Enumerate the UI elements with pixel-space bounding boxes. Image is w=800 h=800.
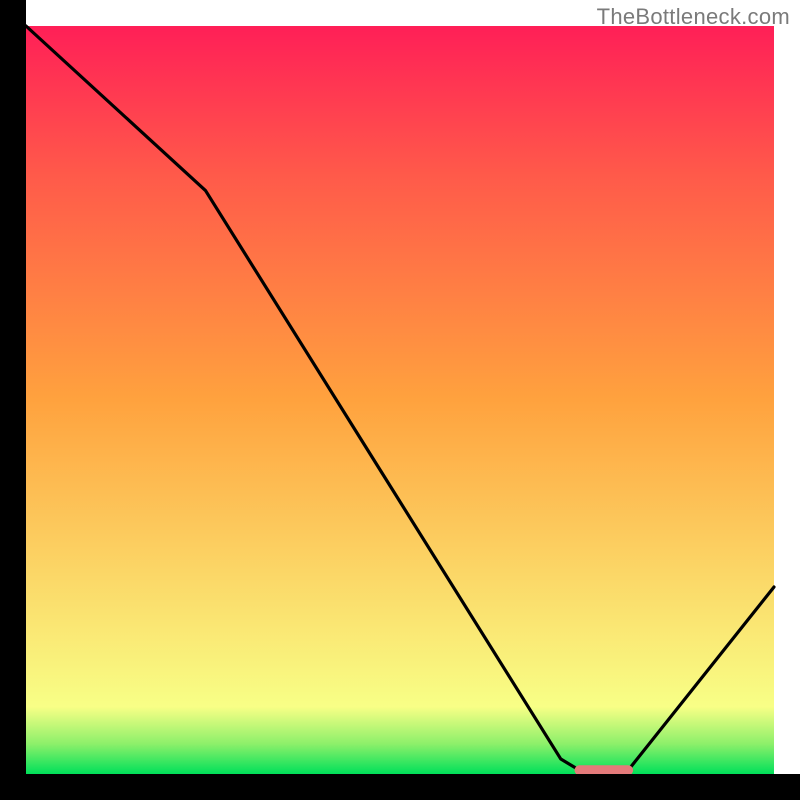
plot-background — [26, 26, 774, 774]
bottleneck-chart — [0, 0, 800, 800]
watermark-text: TheBottleneck.com — [597, 4, 790, 30]
chart-stage: TheBottleneck.com — [0, 0, 800, 800]
